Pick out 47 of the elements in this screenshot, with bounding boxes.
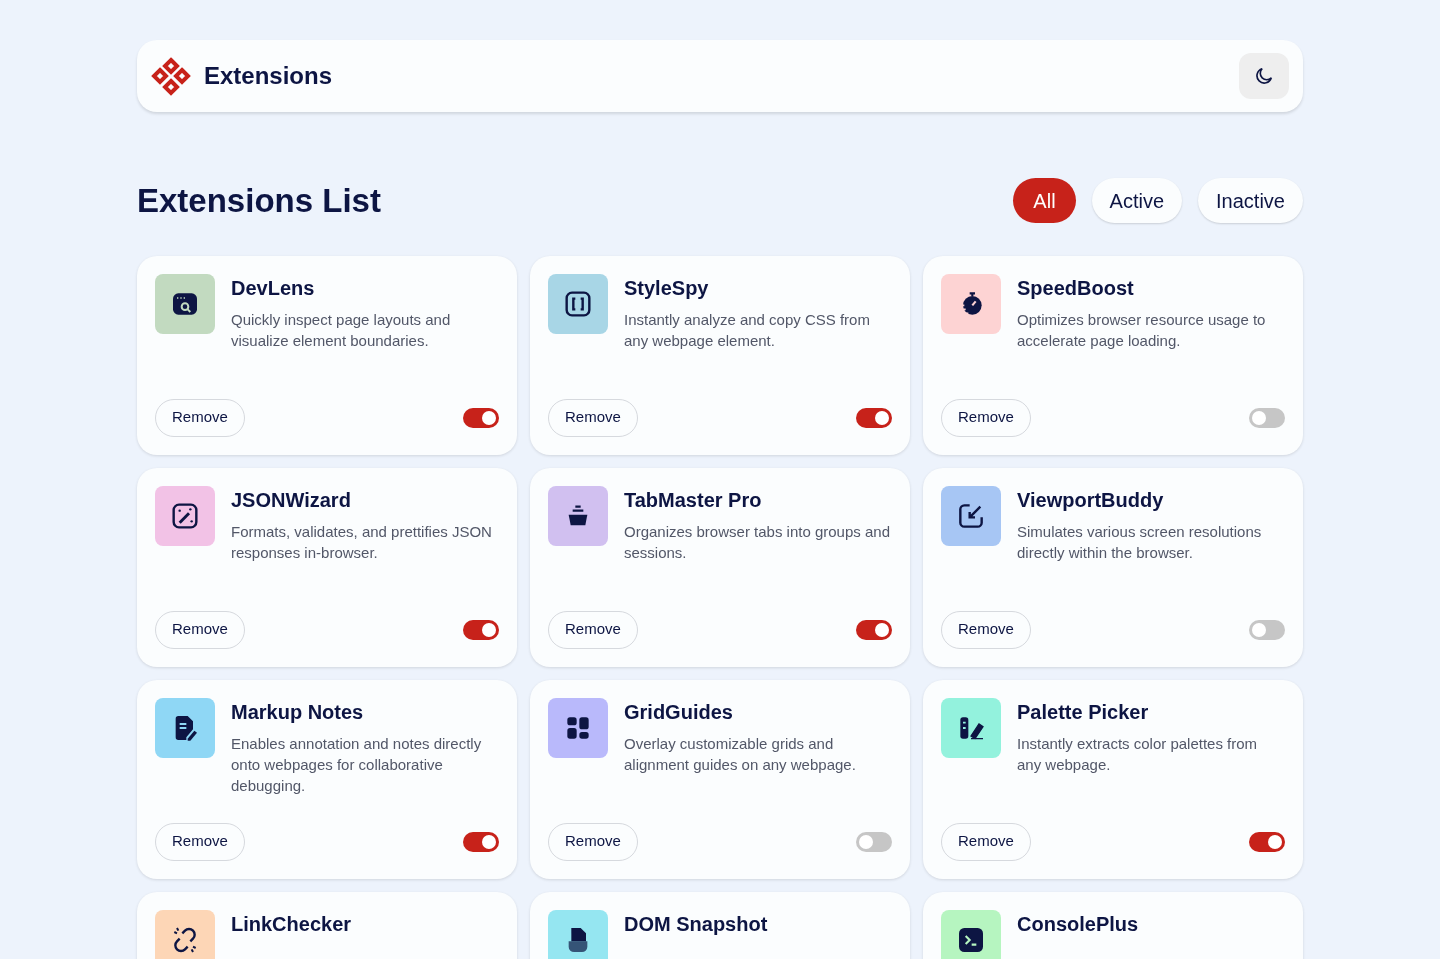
page-heading: Extensions List — [137, 181, 381, 221]
extension-description: Enables annotation and notes directly onto webpages for collaborative debugging. — [231, 733, 483, 796]
toggle-switch[interactable] — [463, 407, 499, 428]
extension-name: ConsolePlus — [1017, 911, 1139, 936]
extension-description: Organizes browser tabs into groups and sessions. — [624, 521, 891, 563]
remove-button[interactable]: Remove — [155, 610, 245, 649]
toggle-switch[interactable] — [1249, 831, 1285, 852]
extension-name: TabMaster Pro — [624, 487, 763, 512]
extension-name: DevLens — [231, 275, 316, 300]
toggle-switch[interactable] — [1249, 407, 1285, 428]
moon-icon — [1253, 65, 1275, 87]
extension-description: Formats, validates, and prettifies JSON responses in-browser. — [231, 521, 493, 563]
extension-name: Palette Picker — [1017, 699, 1150, 724]
extension-name: SpeedBoost — [1017, 275, 1135, 300]
remove-button[interactable]: Remove — [155, 822, 245, 861]
toggle-switch[interactable] — [856, 407, 892, 428]
extension-name: DOM Snapshot — [624, 911, 768, 936]
extension-name: JSONWizard — [231, 487, 352, 512]
remove-button[interactable]: Remove — [941, 822, 1031, 861]
extension-description: Simulates various screen resolutions directly within the browser. — [1017, 521, 1263, 563]
toggle-switch[interactable] — [856, 831, 892, 852]
extension-name: Markup Notes — [231, 699, 365, 724]
remove-button[interactable]: Remove — [548, 822, 638, 861]
toggle-switch[interactable] — [856, 619, 892, 640]
theme-toggle-button[interactable] — [1239, 53, 1289, 99]
extension-description: Optimizes browser resource usage to accelerate page loading. — [1017, 309, 1267, 351]
toggle-switch[interactable] — [463, 831, 499, 852]
remove-button[interactable]: Remove — [941, 610, 1031, 649]
app-title: Extensions — [204, 61, 333, 91]
remove-button[interactable]: Remove — [941, 398, 1031, 437]
extension-name: StyleSpy — [624, 275, 710, 300]
remove-button[interactable]: Remove — [548, 610, 638, 649]
logo-icon — [150, 55, 192, 97]
extension-description: Instantly extracts color palettes from any webpage. — [1017, 733, 1259, 775]
extension-name: ViewportBuddy — [1017, 487, 1165, 512]
filter-tab[interactable]: All — [1013, 178, 1076, 224]
remove-button[interactable]: Remove — [548, 398, 638, 437]
remove-button[interactable]: Remove — [155, 398, 245, 437]
extension-description: Quickly inspect page layouts and visualize element boundaries. — [231, 309, 452, 351]
extension-description: Overlay customizable grids and alignment guides on any webpage. — [624, 733, 857, 775]
filter-tab[interactable]: Active — [1091, 178, 1183, 224]
extension-description: Instantly analyze and copy CSS from any webpage element. — [624, 309, 871, 351]
filter-tab[interactable]: Inactive — [1198, 178, 1303, 224]
extension-name: LinkChecker — [231, 911, 352, 936]
toggle-switch[interactable] — [463, 619, 499, 640]
extension-name: GridGuides — [624, 699, 734, 724]
toggle-switch[interactable] — [1249, 619, 1285, 640]
